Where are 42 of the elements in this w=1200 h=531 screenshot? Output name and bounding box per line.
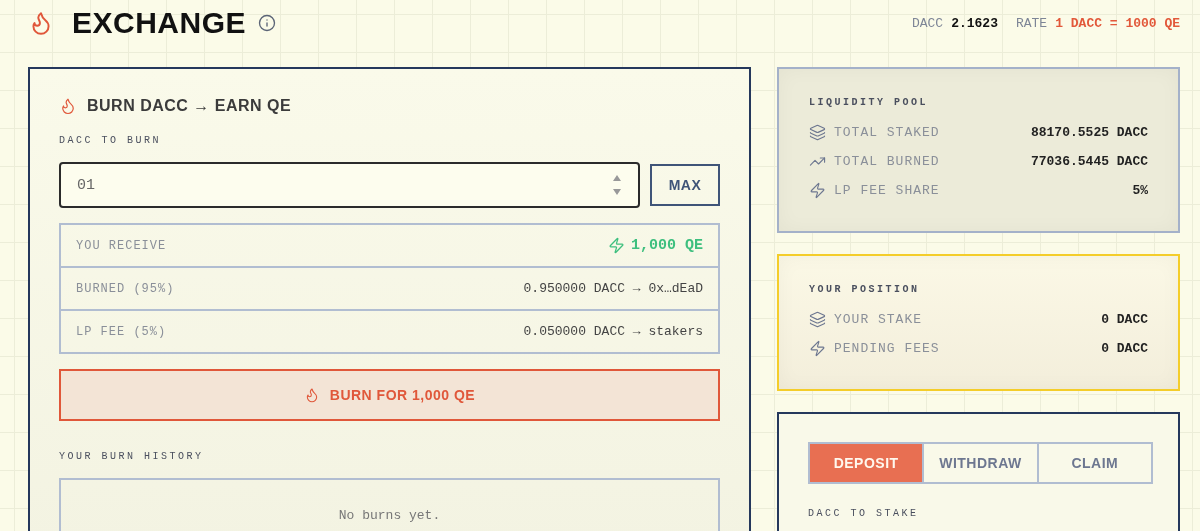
amount-field[interactable]: 01	[59, 162, 640, 208]
stat-value: 88170.5525 DACC	[1030, 125, 1148, 140]
summary-value: 0.050000 DACC → stakers	[523, 324, 703, 339]
card-title: LIQUIDITY POOL	[809, 97, 929, 108]
summary-value: 1,000 QE	[631, 237, 703, 254]
tab[interactable]: WITHDRAW	[922, 444, 1037, 482]
lightning-icon	[809, 182, 826, 199]
rate-value: 1 DACC = 1000 QE	[1055, 15, 1180, 31]
flame-icon	[59, 97, 77, 115]
summary-value: 0.950000 DACC → 0x…dEaD	[523, 281, 703, 296]
burn-button[interactable]: BURN FOR 1,000 QE	[59, 369, 720, 421]
summary-label: BURNED (95%)	[76, 281, 175, 296]
stat-value: 0 DACC	[1101, 312, 1148, 327]
stat-label: PENDING FEES	[834, 341, 940, 356]
balance-label: DACC	[911, 15, 944, 31]
lightning-icon	[608, 237, 625, 254]
stat-label: YOUR STAKE	[834, 312, 922, 327]
stepper-icon[interactable]	[612, 174, 622, 196]
stat-value: 0 DACC	[1101, 341, 1148, 356]
card-title: YOUR POSITION	[809, 284, 921, 295]
panel-title: BURN DACC → EARN QE	[87, 97, 292, 115]
lightning-icon	[809, 340, 826, 357]
summary-label: LP FEE (5%)	[76, 324, 167, 339]
info-icon[interactable]	[258, 14, 277, 32]
stat-label: TOTAL BURNED	[834, 154, 940, 169]
tab[interactable]: DEPOSIT	[810, 444, 923, 482]
field-label: DACC TO BURN	[59, 135, 162, 146]
balance-value: 2.1623	[951, 15, 998, 31]
layers-icon	[809, 311, 826, 328]
stat-label: TOTAL STAKED	[834, 125, 940, 140]
stat-value: 5%	[1132, 183, 1148, 198]
stat-value: 77036.5445 DACC	[1030, 154, 1148, 169]
section-label: YOUR BURN HISTORY	[59, 451, 205, 462]
max-button[interactable]: MAX	[650, 164, 720, 206]
page-title: EXCHANGE	[72, 6, 247, 40]
stat-label: LP FEE SHARE	[834, 183, 940, 198]
field-label: DACC TO STAKE	[808, 508, 920, 519]
empty-message: No burns yet.	[338, 508, 441, 525]
rate-label: RATE	[1015, 15, 1048, 31]
tab[interactable]: CLAIM	[1036, 444, 1151, 482]
layers-icon	[809, 124, 826, 141]
summary-label: YOU RECEIVE	[76, 238, 167, 253]
